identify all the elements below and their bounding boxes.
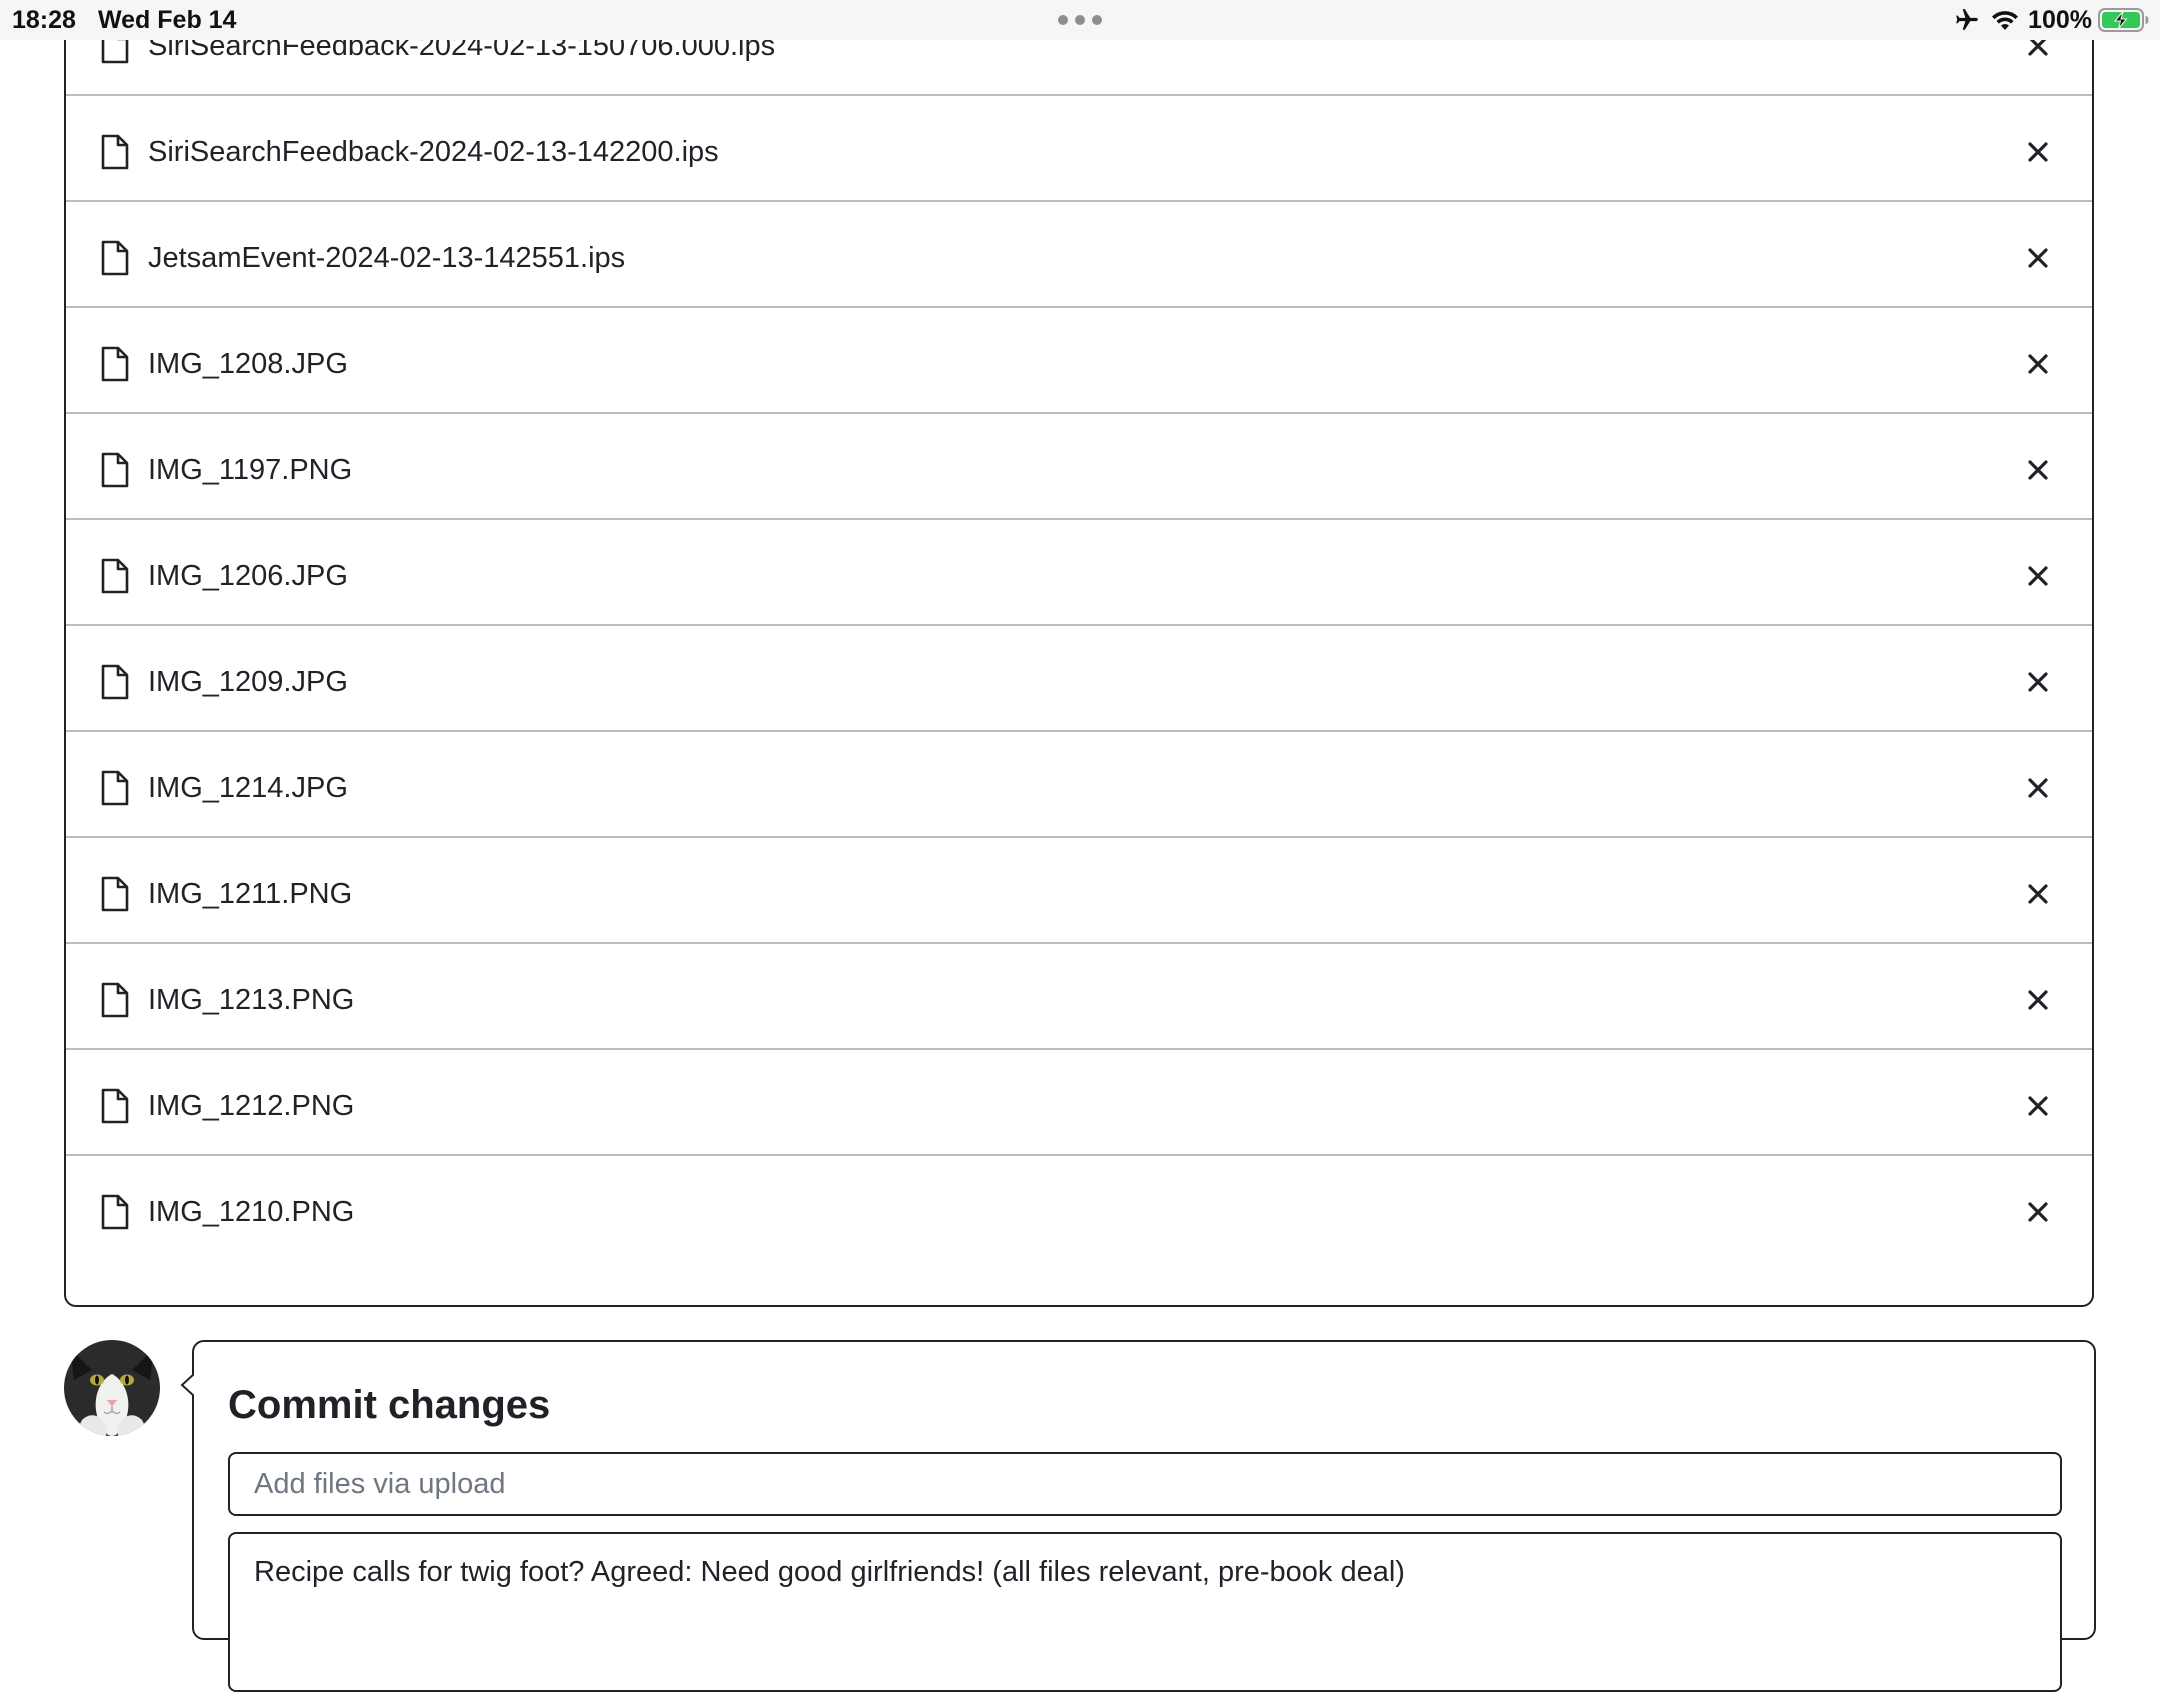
- status-indicators: 100%: [1954, 4, 2150, 36]
- file-icon: [101, 240, 129, 276]
- file-icon: [101, 664, 129, 700]
- file-row: IMG_1211.PNG: [66, 838, 2092, 944]
- close-icon: [2028, 778, 2048, 798]
- remove-file-button[interactable]: [2020, 558, 2056, 594]
- file-row: IMG_1197.PNG: [66, 414, 2092, 520]
- file-icon: [101, 134, 129, 170]
- file-row: SiriSearchFeedback-2024-02-13-142200.ips: [66, 96, 2092, 202]
- airplane-icon: [1956, 9, 1978, 30]
- status-date: Wed Feb 14: [98, 6, 237, 34]
- file-name: IMG_1209.JPG: [148, 666, 348, 698]
- file-icon: [101, 558, 129, 594]
- battery-percentage: 100%: [2028, 6, 2092, 34]
- file-name: IMG_1213.PNG: [148, 984, 355, 1016]
- remove-file-button[interactable]: [2020, 346, 2056, 382]
- file-name: IMG_1214.JPG: [148, 772, 348, 804]
- speech-caret: [180, 1372, 200, 1398]
- close-icon: [2028, 1202, 2048, 1222]
- remove-file-button[interactable]: [2020, 1088, 2056, 1124]
- commit-changes-panel: Commit changes Recipe calls for twig foo…: [180, 1340, 2096, 1692]
- close-icon: [2028, 672, 2048, 692]
- status-bar: 18:28 Wed Feb 14 100%: [0, 0, 2160, 40]
- file-name: JetsamEvent-2024-02-13-142551.ips: [148, 242, 626, 274]
- file-name: IMG_1208.JPG: [148, 348, 348, 380]
- file-name: IMG_1211.PNG: [148, 878, 353, 910]
- file-icon: [101, 1088, 129, 1124]
- file-row: JetsamEvent-2024-02-13-142551.ips: [66, 202, 2092, 308]
- close-icon: [2028, 884, 2048, 904]
- file-row: IMG_1212.PNG: [66, 1050, 2092, 1156]
- remove-file-button[interactable]: [2020, 770, 2056, 806]
- file-icon: [101, 1194, 129, 1230]
- close-icon: [2028, 460, 2048, 480]
- remove-file-button[interactable]: [2020, 240, 2056, 276]
- close-icon: [2028, 1096, 2048, 1116]
- remove-file-button[interactable]: [2020, 134, 2056, 170]
- file-icon: [101, 876, 129, 912]
- close-icon: [2028, 990, 2048, 1010]
- uploaded-files-list: SiriSearchFeedback-2024-02-13-150706.000…: [64, 0, 2094, 1307]
- cat-avatar[interactable]: [64, 1340, 160, 1436]
- remove-file-button[interactable]: [2020, 664, 2056, 700]
- close-icon: [2028, 142, 2048, 162]
- file-icon: [101, 982, 129, 1018]
- file-icon: [101, 452, 129, 488]
- file-row: IMG_1213.PNG: [66, 944, 2092, 1050]
- remove-file-button[interactable]: [2020, 452, 2056, 488]
- file-name: IMG_1197.PNG: [148, 454, 353, 486]
- commit-title: Commit changes: [228, 1383, 551, 1427]
- status-time: 18:28: [12, 6, 76, 34]
- file-name: IMG_1206.JPG: [148, 560, 348, 592]
- file-icon: [101, 770, 129, 806]
- file-row: IMG_1209.JPG: [66, 626, 2092, 732]
- remove-file-button[interactable]: [2020, 1194, 2056, 1230]
- file-name: IMG_1212.PNG: [148, 1090, 355, 1122]
- remove-file-button[interactable]: [2020, 982, 2056, 1018]
- file-name: SiriSearchFeedback-2024-02-13-142200.ips: [148, 136, 719, 168]
- close-icon: [2028, 566, 2048, 586]
- file-icon: [101, 346, 129, 382]
- file-row: IMG_1206.JPG: [66, 520, 2092, 626]
- file-row: IMG_1208.JPG: [66, 308, 2092, 414]
- close-icon: [2028, 248, 2048, 268]
- commit-summary-input[interactable]: [228, 1452, 2062, 1516]
- commit-description-input[interactable]: Recipe calls for twig foot? Agreed: Need…: [228, 1532, 2062, 1692]
- file-row: IMG_1214.JPG: [66, 732, 2092, 838]
- remove-file-button[interactable]: [2020, 876, 2056, 912]
- close-icon: [2028, 354, 2048, 374]
- file-name: IMG_1210.PNG: [148, 1196, 355, 1228]
- battery-charging-icon: [2098, 8, 2149, 32]
- avatar-image: [64, 1340, 160, 1436]
- multitasking-menu-icon[interactable]: [1058, 15, 1102, 25]
- wifi-icon: [1992, 11, 2019, 30]
- file-row: IMG_1210.PNG: [66, 1156, 2092, 1262]
